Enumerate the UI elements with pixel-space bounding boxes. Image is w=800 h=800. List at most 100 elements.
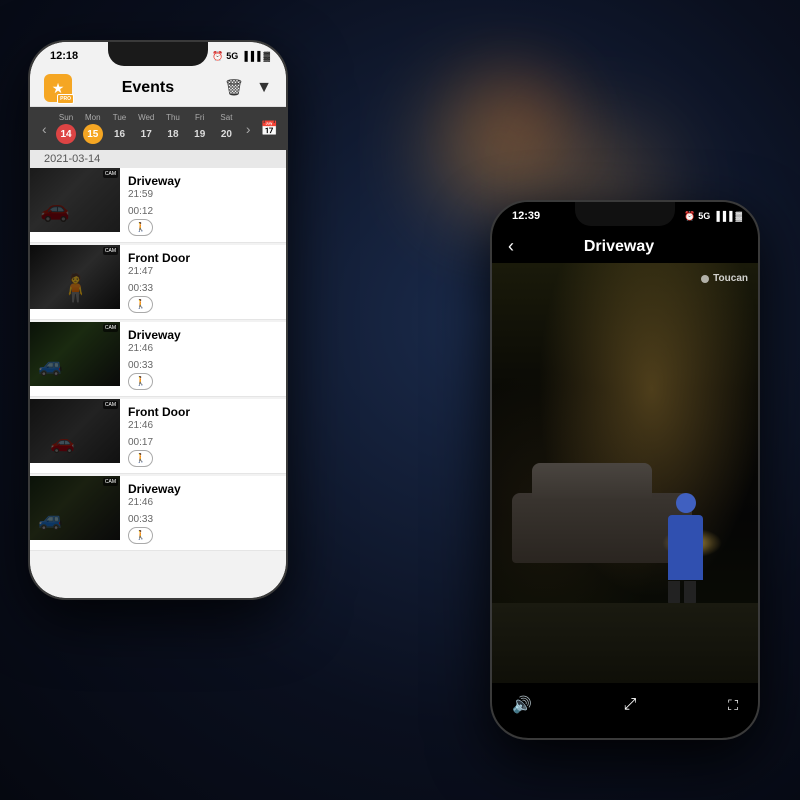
day-num-18: 18 [163, 124, 183, 144]
event-time-5: 21:46 [128, 497, 278, 508]
event-time-2: 21:47 [128, 266, 278, 277]
event-location-4: Front Door [128, 405, 278, 419]
alarm-icon: ⏰ [212, 51, 223, 62]
event-item-5[interactable]: CAM Driveway 21:46 00:33 🚶 [30, 476, 286, 551]
event-badge-4: 🚶 [128, 450, 153, 467]
event-info-1: Driveway 21:59 00:12 🚶 [120, 168, 286, 242]
events-title: Events [122, 79, 174, 97]
filter-icon[interactable]: ▼ [256, 79, 272, 97]
pro-badge: PRO [57, 94, 74, 104]
signal-bars-right: ▐▐▐ [713, 211, 732, 221]
events-list: CAM Driveway 21:59 00:12 🚶 CAM Front Do [30, 168, 286, 598]
phone-left: 12:18 ⏰ 5G ▐▐▐ ▓ ★ PRO Events 🗑 ▼ ‹ [28, 40, 288, 600]
signal-icon-right: 5G [698, 211, 710, 221]
toucan-logo-icon [700, 274, 710, 284]
cal-day-thu[interactable]: Thu 18 [163, 113, 183, 144]
phone-right: 12:39 ⏰ 5G ▐▐▐ ▓ ‹ Driveway Toucan [490, 200, 760, 740]
cal-day-sun[interactable]: Sun 14 [56, 113, 76, 144]
event-item-4[interactable]: CAM Front Door 21:46 00:17 🚶 [30, 399, 286, 474]
app-header-left: ★ PRO Events 🗑 ▼ [30, 70, 286, 107]
battery-icon-right: ▓ [735, 211, 742, 221]
day-name-thu: Thu [166, 113, 180, 122]
event-location-5: Driveway [128, 482, 278, 496]
day-name-mon: Mon [85, 113, 101, 122]
notch-left [108, 42, 208, 66]
cal-day-wed[interactable]: Wed 17 [136, 113, 156, 144]
cal-prev-button[interactable]: ‹ [38, 119, 51, 139]
event-info-4: Front Door 21:46 00:17 🚶 [120, 399, 286, 473]
signal-bars: ▐▐▐ [241, 51, 260, 61]
day-num-15: 15 [83, 124, 103, 144]
signal-icon: 5G [226, 51, 238, 61]
video-title: Driveway [584, 238, 654, 256]
screen-right: 12:39 ⏰ 5G ▐▐▐ ▓ ‹ Driveway Toucan [492, 202, 758, 738]
cam-label-2: CAM [103, 247, 118, 255]
event-time-3: 21:46 [128, 343, 278, 354]
event-thumb-4: CAM [30, 399, 120, 463]
event-location-1: Driveway [128, 174, 278, 188]
event-badge-5: 🚶 [128, 527, 153, 544]
event-badge-1: 🚶 [128, 219, 153, 236]
calendar-row: ‹ Sun 14 Mon 15 Tue 16 Wed 17 [30, 107, 286, 150]
ground-surface [492, 603, 758, 683]
cal-day-sat[interactable]: Sat 20 [216, 113, 236, 144]
cal-day-mon[interactable]: Mon 15 [83, 113, 103, 144]
event-item-3[interactable]: CAM Driveway 21:46 00:33 🚶 [30, 322, 286, 397]
calendar-grid-icon[interactable]: 📅 [261, 120, 278, 137]
event-duration-1: 00:12 [128, 206, 278, 217]
event-info-2: Front Door 21:47 00:33 🚶 [120, 245, 286, 319]
person-body [668, 515, 703, 580]
event-location-3: Driveway [128, 328, 278, 342]
back-button[interactable]: ‹ [508, 236, 514, 257]
status-icons-left: ⏰ 5G ▐▐▐ ▓ [212, 51, 270, 62]
event-item-1[interactable]: CAM Driveway 21:59 00:12 🚶 [30, 168, 286, 243]
day-num-20: 20 [216, 124, 236, 144]
cam-label-1: CAM [103, 170, 118, 178]
time-left: 12:18 [50, 50, 78, 62]
video-controls: 🔊 ⤢ ⛶ [492, 683, 758, 727]
app-logo: ★ PRO [44, 74, 72, 102]
person-silhouette [663, 493, 708, 603]
expand-button[interactable]: ⛶ [728, 697, 738, 714]
cam-label-4: CAM [103, 401, 118, 409]
day-num-17: 17 [136, 124, 156, 144]
event-item-2[interactable]: CAM Front Door 21:47 00:33 🚶 [30, 245, 286, 320]
volume-button[interactable]: 🔊 [512, 695, 532, 715]
person-head [676, 493, 696, 513]
event-time-4: 21:46 [128, 420, 278, 431]
cal-day-tue[interactable]: Tue 16 [110, 113, 130, 144]
cal-next-button[interactable]: › [242, 119, 255, 139]
motion-icon-4: 🚶 [135, 453, 146, 464]
event-duration-3: 00:33 [128, 360, 278, 371]
day-num-16: 16 [110, 124, 130, 144]
video-watermark: Toucan [700, 273, 748, 284]
screen-left: 12:18 ⏰ 5G ▐▐▐ ▓ ★ PRO Events 🗑 ▼ ‹ [30, 42, 286, 598]
event-thumb-5: CAM [30, 476, 120, 540]
motion-icon-5: 🚶 [135, 530, 146, 541]
fullscreen-button[interactable]: ⤢ [624, 696, 637, 714]
event-duration-2: 00:33 [128, 283, 278, 294]
video-area[interactable]: Toucan [492, 263, 758, 683]
day-name-sun: Sun [59, 113, 73, 122]
video-header: ‹ Driveway [492, 230, 758, 263]
date-label: 2021-03-14 [30, 150, 286, 168]
delete-icon[interactable]: 🗑 [224, 78, 244, 98]
event-badge-3: 🚶 [128, 373, 153, 390]
event-info-5: Driveway 21:46 00:33 🚶 [120, 476, 286, 550]
cal-day-fri[interactable]: Fri 19 [190, 113, 210, 144]
event-thumb-1: CAM [30, 168, 120, 232]
motion-icon-1: 🚶 [135, 222, 146, 233]
battery-icon: ▓ [263, 51, 270, 61]
event-duration-5: 00:33 [128, 514, 278, 525]
event-time-1: 21:59 [128, 189, 278, 200]
motion-icon-3: 🚶 [135, 376, 146, 387]
cam-label-5: CAM [103, 478, 118, 486]
header-actions: 🗑 ▼ [224, 78, 272, 98]
watermark-text: Toucan [713, 273, 748, 284]
status-icons-right: ⏰ 5G ▐▐▐ ▓ [684, 211, 742, 222]
event-info-3: Driveway 21:46 00:33 🚶 [120, 322, 286, 396]
day-name-wed: Wed [138, 113, 154, 122]
notch-right [575, 202, 675, 226]
bokeh-light-3 [480, 80, 560, 160]
time-right: 12:39 [512, 210, 540, 222]
